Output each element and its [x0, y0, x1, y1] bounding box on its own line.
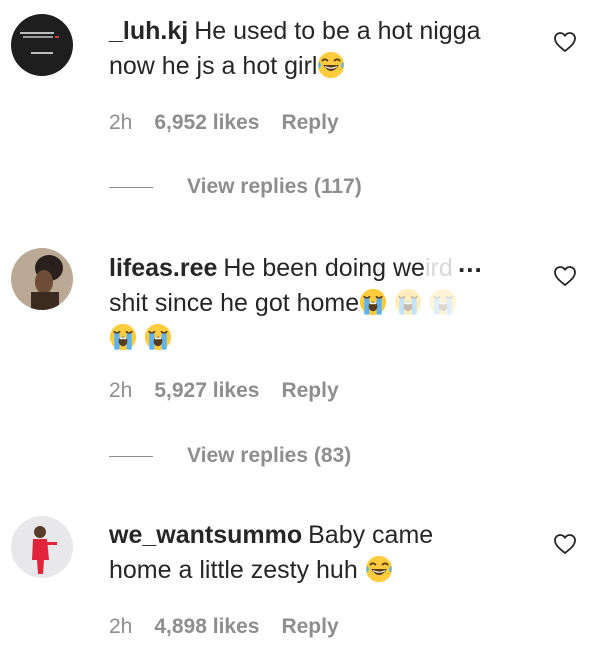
- comment-line: shit since he got home: [109, 289, 360, 317]
- view-replies-label: View replies (117): [187, 175, 362, 198]
- view-replies-button[interactable]: View replies (83): [109, 444, 351, 468]
- face-with-tears-of-joy-emoji: [317, 51, 345, 79]
- comment-time: 2h: [109, 111, 133, 134]
- comment-meta: 2h 6,952 likes Reply: [109, 111, 361, 135]
- face-with-tears-of-joy-emoji: [365, 555, 393, 583]
- loudly-crying-face-emoji: [394, 288, 422, 316]
- comment-username[interactable]: lifeas.ree: [109, 254, 217, 282]
- comment-text: _luh.kj He used to be a hot nigga now he …: [109, 14, 529, 84]
- loudly-crying-face-emoji: [359, 288, 387, 316]
- heart-outline-icon[interactable]: [553, 30, 577, 54]
- avatar[interactable]: [11, 248, 73, 310]
- comment-line: home a little zesty huh: [109, 556, 358, 584]
- more-options-icon[interactable]: ...: [458, 248, 483, 279]
- divider-line: [109, 455, 153, 457]
- comment-meta: 2h 4,898 likes Reply: [109, 615, 361, 639]
- divider-line: [109, 186, 153, 188]
- view-replies-label: View replies (83): [187, 444, 352, 467]
- avatar[interactable]: [11, 516, 73, 578]
- comment-likes[interactable]: 5,927 likes: [154, 379, 259, 402]
- comment-text: we_wantsummo Baby came home a little zest…: [109, 518, 529, 588]
- comment-time: 2h: [109, 615, 133, 638]
- heart-outline-icon[interactable]: [553, 264, 577, 288]
- heart-outline-icon[interactable]: [553, 532, 577, 556]
- reply-button[interactable]: Reply: [281, 615, 338, 638]
- view-replies-button[interactable]: View replies (117): [109, 175, 362, 199]
- comment-line: Baby came: [308, 521, 434, 549]
- comment-time: 2h: [109, 379, 133, 402]
- avatar[interactable]: [11, 14, 73, 76]
- comment-likes[interactable]: 6,952 likes: [154, 111, 259, 134]
- reply-button[interactable]: Reply: [281, 111, 338, 134]
- reply-button[interactable]: Reply: [281, 379, 338, 402]
- loudly-crying-face-emoji: [109, 323, 137, 351]
- comment-meta: 2h 5,927 likes Reply: [109, 379, 361, 403]
- loudly-crying-face-emoji: [144, 323, 172, 351]
- comment-line: He used to be a hot nigga: [194, 17, 481, 45]
- comment-line: now he js a hot girl: [109, 52, 318, 80]
- comment-username[interactable]: _luh.kj: [109, 17, 188, 45]
- comment-username[interactable]: we_wantsummo: [109, 521, 302, 549]
- comment-likes[interactable]: 4,898 likes: [154, 615, 259, 638]
- comment-line-faded: ird: [424, 254, 453, 282]
- comment-line: He been doing we: [223, 254, 425, 282]
- loudly-crying-face-emoji: [429, 288, 457, 316]
